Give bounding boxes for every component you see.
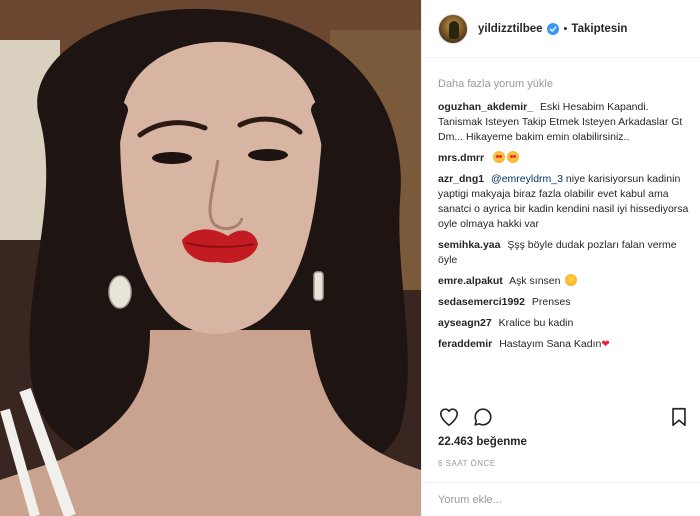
comment-username[interactable]: mrs.dmrr — [438, 152, 484, 164]
comment-input[interactable] — [438, 493, 685, 506]
comment-username[interactable]: sedasemerci1992 — [438, 296, 525, 308]
post-header: yildizztilbee • Takiptesin — [422, 0, 700, 58]
comment-username[interactable]: feraddemir — [438, 338, 492, 350]
comment-username[interactable]: azr_dng1 — [438, 173, 484, 185]
portrait-illustration — [0, 0, 421, 516]
comment-text: Hastayım Sana Kadın — [499, 338, 602, 350]
load-more-comments-link[interactable]: Daha fazla yorum yükle — [438, 78, 690, 90]
header-separator: • — [563, 22, 568, 35]
post-timestamp: 6 SAAT ÖNCE — [438, 459, 496, 468]
comment-item: oguzhan_akdemir_ Eski Hesabim Kapandi. T… — [438, 100, 690, 145]
kiss-emoji-icon — [565, 274, 578, 286]
post-actions — [438, 403, 690, 431]
comment-item: emre.alpakut Aşk sınsen — [438, 274, 690, 289]
comment-text: Kralice bu kadin — [498, 317, 574, 329]
comment-text: Prenses — [531, 296, 571, 308]
comment-item: sedasemerci1992 Prenses — [438, 295, 690, 310]
comment-icon[interactable] — [472, 406, 494, 428]
add-comment-bar — [422, 482, 700, 516]
comment-item: feraddemir Hastayım Sana Kadın❤ — [438, 337, 690, 352]
likes-number: 22.463 — [438, 436, 474, 448]
heart-eyes-emoji-icon — [493, 151, 506, 163]
post-photo[interactable] — [0, 0, 421, 516]
comment-item: mrs.dmrr — [438, 151, 690, 166]
follow-status-button[interactable]: Takiptesin — [571, 23, 627, 35]
likes-label: beğenme — [476, 436, 527, 448]
comment-username[interactable]: oguzhan_akdemir_ — [438, 101, 533, 113]
comment-username[interactable]: ayseagn27 — [438, 317, 492, 329]
avatar[interactable] — [438, 13, 468, 44]
verified-badge-icon — [546, 22, 559, 35]
comments-list: Daha fazla yorum yükle oguzhan_akdemir_ … — [438, 64, 690, 399]
post-side-panel: yildizztilbee • Takiptesin Daha fazla yo… — [421, 0, 700, 516]
comment-mention[interactable]: @emreyldrm_3 — [491, 173, 563, 185]
author-username[interactable]: yildizztilbee — [478, 23, 543, 35]
comment-username[interactable]: emre.alpakut — [438, 275, 503, 287]
comment-username[interactable]: semihka.yaa — [438, 239, 500, 251]
heart-emoji-icon: ❤ — [601, 339, 610, 350]
comment-item: semihka.yaa Şşş böyle dudak pozları fala… — [438, 238, 690, 268]
heart-icon[interactable] — [438, 406, 460, 428]
likes-count[interactable]: 22.463 beğenme — [438, 436, 527, 448]
comment-item: ayseagn27 Kralice bu kadin — [438, 316, 690, 331]
bookmark-icon[interactable] — [668, 406, 690, 428]
heart-eyes-emoji-icon — [507, 151, 520, 163]
comment-text: Aşk sınsen — [509, 275, 561, 287]
comment-item: azr_dng1 @emreyldrm_3 niye karisiyorsun … — [438, 172, 690, 232]
